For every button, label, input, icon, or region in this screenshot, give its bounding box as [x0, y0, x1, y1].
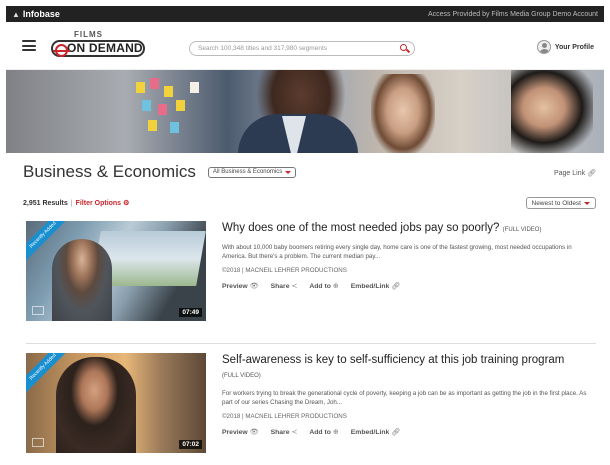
video-duration: 07:02 — [179, 440, 202, 449]
full-video-tag: (FULL VIDEO) — [502, 227, 542, 233]
page-link-button[interactable]: Page Link 🔗︎ — [553, 169, 596, 178]
result-title[interactable]: Self-awareness is key to self-sufficienc… — [222, 353, 592, 383]
category-select[interactable]: All Business & Economics — [207, 166, 297, 178]
sticky-notes-decoration — [136, 78, 206, 138]
preview-button[interactable]: Preview 👁︎ — [222, 428, 259, 437]
sort-select-value: Newest to Oldest — [531, 199, 582, 207]
banner-person-woman-center — [371, 74, 435, 153]
link-icon: 🔗︎ — [391, 429, 401, 436]
search-icon[interactable] — [400, 44, 409, 53]
brand-label: Infobase — [22, 9, 60, 19]
share-icon: ≺ — [291, 283, 298, 290]
results-section: Business & Economics All Business & Econ… — [6, 153, 604, 215]
embed-link-button[interactable]: Embed/Link 🔗︎ — [350, 428, 401, 437]
add-to-label: Add to — [309, 428, 331, 436]
result-actions: Preview 👁︎ Share ≺ Add to ⊕ Embed/Link 🔗︎ — [222, 282, 592, 291]
share-icon: ≺ — [291, 429, 298, 436]
result-title[interactable]: Why does one of the most needed jobs pay… — [222, 221, 592, 237]
top-bar: ▲ Infobase Access Provided by Films Medi… — [6, 6, 604, 22]
result-copyright: ©2018 | MACNEIL LEHRER PRODUCTIONS — [222, 267, 347, 274]
embed-link-label: Embed/Link — [350, 428, 390, 436]
page-link-label: Page Link — [553, 169, 586, 177]
preview-label: Preview — [222, 428, 248, 436]
result-title-text[interactable]: Self-awareness is key to self-sufficienc… — [222, 354, 564, 366]
fod-watermark-icon — [32, 438, 44, 447]
results-count: 2,951 Results — [23, 199, 68, 207]
video-thumbnail[interactable]: Recently Added 07:02 — [26, 353, 206, 453]
share-button[interactable]: Share ≺ — [270, 282, 298, 291]
result-copyright: ©2018 | MACNEIL LEHRER PRODUCTIONS — [222, 413, 347, 420]
search-placeholder: Search 100,348 titles and 317,980 segmen… — [198, 45, 328, 52]
separator: | — [70, 199, 73, 207]
infobase-logo[interactable]: ▲ Infobase — [12, 9, 60, 19]
result-divider — [26, 343, 596, 344]
filter-options-label: Filter Options — [75, 199, 122, 207]
page: ▲ Infobase Access Provided by Films Medi… — [6, 6, 604, 465]
banner-person-woman-right — [511, 70, 593, 153]
result-description: For workers trying to break the generati… — [222, 390, 587, 406]
section-header: Business & Economics All Business & Econ… — [6, 153, 604, 191]
logo-films-text: FILMS — [74, 29, 103, 39]
access-provider-text: Access Provided by Films Media Group Dem… — [427, 10, 598, 18]
filter-options-button[interactable]: Filter Options ⚙︎ — [75, 199, 130, 208]
result-info: Why does one of the most needed jobs pay… — [222, 221, 592, 290]
add-to-button[interactable]: Add to ⊕ — [309, 428, 339, 437]
results-toolbar: 2,951 Results | Filter Options ⚙︎ Newest… — [6, 191, 604, 215]
embed-link-label: Embed/Link — [350, 282, 390, 290]
site-header: FILMS ON DEMAND Search 100,348 titles an… — [6, 22, 604, 70]
plus-circle-icon: ⊕ — [332, 429, 339, 436]
share-label: Share — [270, 428, 290, 436]
page-title: Business & Economics — [23, 162, 196, 181]
link-icon: 🔗︎ — [391, 283, 401, 290]
eye-icon: 👁︎ — [249, 283, 259, 290]
eye-icon: 👁︎ — [249, 429, 259, 436]
hero-banner-image — [6, 70, 604, 153]
full-video-tag: (FULL VIDEO) — [222, 373, 261, 379]
filter-icon: ⚙︎ — [123, 200, 130, 207]
menu-icon[interactable] — [22, 40, 36, 51]
search-input[interactable]: Search 100,348 titles and 317,980 segmen… — [189, 41, 415, 56]
embed-link-button[interactable]: Embed/Link 🔗︎ — [350, 282, 401, 291]
result-description: With about 10,000 baby boomers retiring … — [222, 244, 572, 260]
chevron-down-icon — [285, 170, 292, 174]
profile-button[interactable]: Your Profile — [536, 40, 594, 54]
add-to-button[interactable]: Add to ⊕ — [309, 282, 339, 291]
category-select-value: All Business & Economics — [212, 169, 283, 175]
share-label: Share — [270, 282, 290, 290]
result-title-text[interactable]: Why does one of the most needed jobs pay… — [222, 222, 499, 234]
logo-on-demand-badge: ON DEMAND — [51, 39, 145, 57]
video-duration: 07:49 — [179, 308, 202, 317]
films-on-demand-logo[interactable]: FILMS ON DEMAND — [50, 29, 146, 59]
video-thumbnail[interactable]: Recently Added 07:49 — [26, 221, 206, 321]
logo-on-demand-text: ON DEMAND — [67, 41, 143, 55]
profile-label: Your Profile — [554, 43, 594, 51]
result-info: Self-awareness is key to self-sufficienc… — [222, 353, 592, 436]
logo-mark-icon — [53, 43, 70, 57]
link-icon: 🔗︎ — [587, 170, 596, 177]
plus-circle-icon: ⊕ — [332, 283, 339, 290]
avatar-icon — [536, 40, 551, 54]
infobase-triangle-icon: ▲ — [12, 9, 20, 19]
chevron-down-icon — [584, 201, 590, 205]
add-to-label: Add to — [309, 282, 331, 290]
result-actions: Preview 👁︎ Share ≺ Add to ⊕ Embed/Link 🔗︎ — [222, 428, 592, 437]
fod-watermark-icon — [32, 306, 44, 315]
sort-select[interactable]: Newest to Oldest — [525, 197, 596, 209]
preview-label: Preview — [222, 282, 248, 290]
share-button[interactable]: Share ≺ — [270, 428, 298, 437]
preview-button[interactable]: Preview 👁︎ — [222, 282, 259, 291]
